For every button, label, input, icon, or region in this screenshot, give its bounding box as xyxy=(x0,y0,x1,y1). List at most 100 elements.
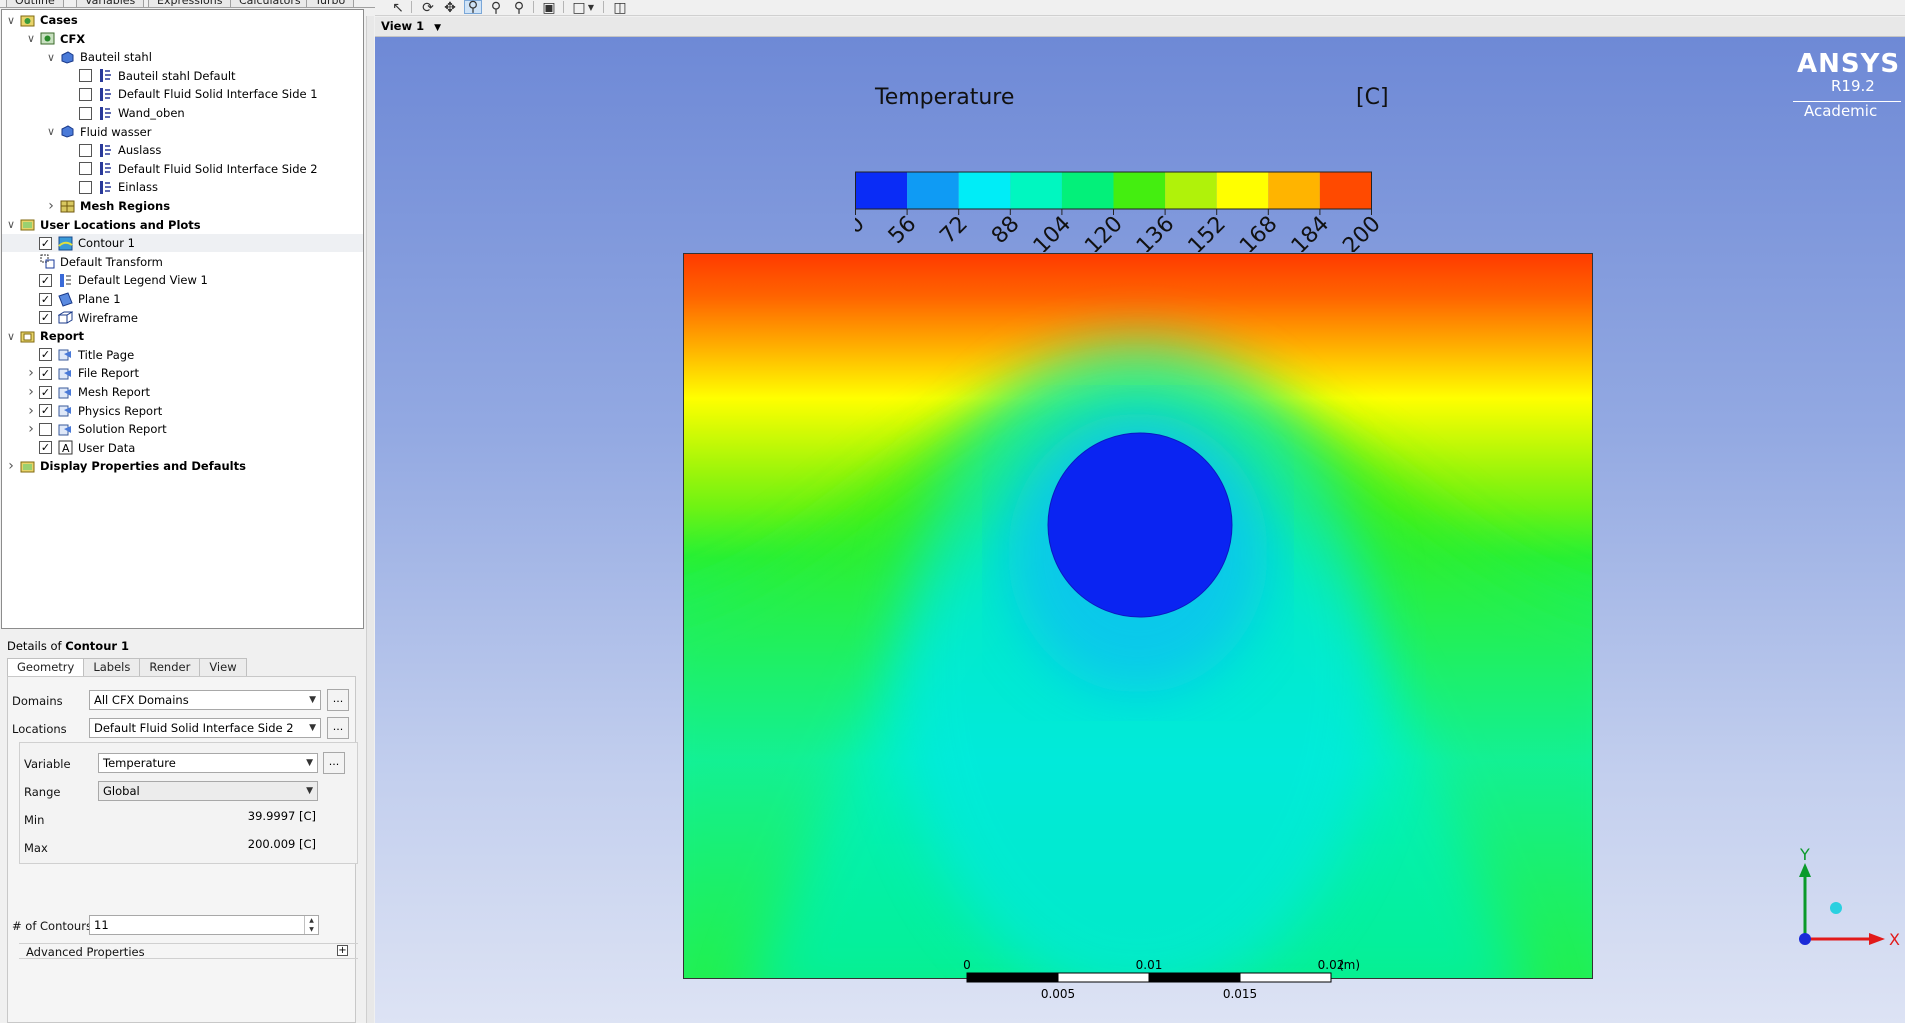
chevron-right-icon[interactable]: › xyxy=(25,365,37,381)
chevron-right-icon[interactable]: › xyxy=(25,384,37,400)
spin-arrows-icon[interactable]: ▲ ▼ xyxy=(304,916,318,934)
min-label: Min xyxy=(24,813,45,827)
tree-item-fluid-wasser[interactable]: ∨ Fluid wasser xyxy=(45,123,152,141)
contours-count-stepper[interactable]: 11 ▲ ▼ xyxy=(89,915,319,935)
report-page-icon xyxy=(57,403,73,418)
tree-item-wand-oben[interactable]: Wand_oben xyxy=(65,104,185,122)
tree-item-auslass[interactable]: Auslass xyxy=(65,141,161,159)
variable-ellipsis-button[interactable]: ... xyxy=(323,752,345,774)
visibility-checkbox[interactable]: ✓ xyxy=(39,385,52,399)
tree-item-bauteil-stahl[interactable]: ∨ Bauteil stahl xyxy=(45,48,152,66)
tab-labels[interactable]: Labels xyxy=(83,658,141,676)
legend-color-swatch xyxy=(1061,172,1114,209)
fit-view-icon[interactable]: ▣ xyxy=(540,0,558,15)
tab-turbo[interactable]: Turbo xyxy=(306,0,355,7)
select-pointer-icon[interactable]: ↖ xyxy=(389,0,407,15)
visibility-checkbox[interactable]: ✓ xyxy=(39,292,52,306)
tab-expressions[interactable]: Expressions xyxy=(148,0,232,7)
range-select[interactable]: Global ▼ xyxy=(98,781,318,801)
tree-item-user-locations-and-plots[interactable]: ∨ User Locations and Plots xyxy=(5,216,201,234)
max-label: Max xyxy=(24,841,48,855)
tree-item-display-properties-and-defaults[interactable]: › Display Properties and Defaults xyxy=(5,457,246,475)
visibility-checkbox[interactable] xyxy=(79,143,92,157)
visibility-checkbox[interactable]: ✓ xyxy=(39,366,52,380)
tree-item-plane-1[interactable]: ✓ Plane 1 xyxy=(25,290,121,308)
tree-item-default-fluid-solid-interface-side-1[interactable]: Default Fluid Solid Interface Side 1 xyxy=(65,85,318,103)
view-header: View 1 ▼ xyxy=(375,17,1905,37)
visibility-checkbox[interactable] xyxy=(79,87,92,101)
view-selector[interactable]: View 1 ▼ xyxy=(381,19,441,33)
visibility-checkbox[interactable]: ✓ xyxy=(39,311,52,325)
tree-item-wireframe[interactable]: ✓ Wireframe xyxy=(25,309,138,327)
locations-select[interactable]: Default Fluid Solid Interface Side 2 ▼ xyxy=(89,718,321,738)
zoom-box-icon[interactable]: ⚲ xyxy=(487,0,505,15)
visibility-checkbox[interactable]: ✓ xyxy=(39,236,52,250)
rotate-icon[interactable]: ⟳ xyxy=(419,0,437,15)
variable-select[interactable]: Temperature ▼ xyxy=(98,753,318,773)
chevron-right-icon[interactable]: › xyxy=(25,421,37,437)
tab-outline[interactable]: Outline xyxy=(6,0,64,7)
tree-item-report[interactable]: ∨ Report xyxy=(5,327,84,345)
zoom-fit-icon[interactable]: ⚲ xyxy=(510,0,528,15)
tree-item-contour-1[interactable]: ✓ Contour 1 xyxy=(2,234,363,253)
chevron-down-icon[interactable]: ∨ xyxy=(5,14,17,27)
tree-item-user-data[interactable]: ✓ A User Data xyxy=(25,439,135,457)
tree-item-label: Mesh Report xyxy=(78,385,151,399)
tree-item-default-legend-view-1[interactable]: ✓ Default Legend View 1 xyxy=(25,271,208,289)
tree-item-solution-report[interactable]: › Solution Report xyxy=(25,420,166,438)
viewer-3d[interactable]: Temperature [C] 40 56 72 88 104 120 136 152 168 1… xyxy=(375,37,1905,1023)
tree-item-file-report[interactable]: › ✓ File Report xyxy=(25,364,139,382)
chevron-down-icon[interactable]: ∨ xyxy=(25,32,37,45)
variable-value: Temperature xyxy=(103,756,176,770)
visibility-checkbox[interactable] xyxy=(39,422,52,436)
chevron-down-icon[interactable]: ∨ xyxy=(45,125,57,138)
visibility-checkbox[interactable]: ✓ xyxy=(39,348,52,362)
tree-item-default-fluid-solid-interface-side-2[interactable]: Default Fluid Solid Interface Side 2 xyxy=(65,160,318,178)
tree-item-physics-report[interactable]: › ✓ Physics Report xyxy=(25,402,162,420)
zoom-icon[interactable]: ⚲ xyxy=(464,0,482,14)
visibility-checkbox[interactable] xyxy=(79,69,92,83)
tree-item-default-transform[interactable]: Default Transform xyxy=(25,253,163,271)
chevron-down-icon: ▼ xyxy=(309,723,316,733)
chevron-down-icon[interactable]: ∨ xyxy=(5,218,17,231)
tab-variables[interactable]: Variables xyxy=(76,0,145,7)
tab-calculators[interactable]: Calculators xyxy=(230,0,310,7)
domains-ellipsis-button[interactable]: ... xyxy=(327,689,349,711)
chevron-right-icon[interactable]: › xyxy=(45,198,57,214)
wireframe-icon xyxy=(57,310,73,325)
legend-title: Temperature xyxy=(875,85,1015,110)
visibility-checkbox[interactable] xyxy=(79,106,92,120)
visibility-checkbox[interactable]: ✓ xyxy=(39,441,52,455)
pan-icon[interactable]: ✥ xyxy=(441,0,459,15)
y-axis-label: Y xyxy=(1799,847,1810,864)
tree-item-mesh-regions[interactable]: › Mesh Regions xyxy=(45,197,170,215)
range-value: Global xyxy=(103,784,140,798)
tree-item-title-page[interactable]: ✓ Title Page xyxy=(25,346,134,364)
length-scale: 0 0.01 0.02(m)0.005 0.015 xyxy=(963,958,1360,1001)
chevron-right-icon[interactable]: › xyxy=(5,458,17,474)
visibility-checkbox[interactable] xyxy=(79,162,92,176)
tree-item-einlass[interactable]: Einlass xyxy=(65,178,158,196)
chevron-down-icon[interactable]: ∨ xyxy=(5,330,17,343)
legend-color-swatch xyxy=(1165,172,1217,209)
chevron-down-icon[interactable]: ∨ xyxy=(45,51,57,64)
domains-select[interactable]: All CFX Domains ▼ xyxy=(89,690,321,710)
visibility-checkbox[interactable] xyxy=(79,180,92,194)
panel-splitter[interactable] xyxy=(366,16,374,1023)
tree-item-mesh-report[interactable]: › ✓ Mesh Report xyxy=(25,383,150,401)
tree-item-cases[interactable]: ∨ Cases xyxy=(5,11,78,29)
tab-view[interactable]: View xyxy=(199,658,247,676)
advanced-properties-section[interactable]: Advanced Properties + xyxy=(19,943,358,959)
visibility-checkbox[interactable]: ✓ xyxy=(39,404,52,418)
tab-geometry[interactable]: Geometry xyxy=(7,658,85,677)
chevron-right-icon[interactable]: › xyxy=(25,403,37,419)
visibility-checkbox[interactable]: ✓ xyxy=(39,273,52,287)
expand-plus-icon[interactable]: + xyxy=(337,945,348,956)
tab-render[interactable]: Render xyxy=(139,658,201,676)
viewport-layout-dropdown-icon[interactable]: ▼ xyxy=(586,0,596,14)
axis-triad[interactable]: Y X xyxy=(1775,847,1905,957)
locations-ellipsis-button[interactable]: ... xyxy=(327,717,349,739)
tree-item-bauteil-stahl-default[interactable]: Bauteil stahl Default xyxy=(65,67,236,85)
tree-item-cfx[interactable]: ∨ CFX xyxy=(25,30,85,48)
sync-views-icon[interactable]: ◫ xyxy=(611,0,629,15)
